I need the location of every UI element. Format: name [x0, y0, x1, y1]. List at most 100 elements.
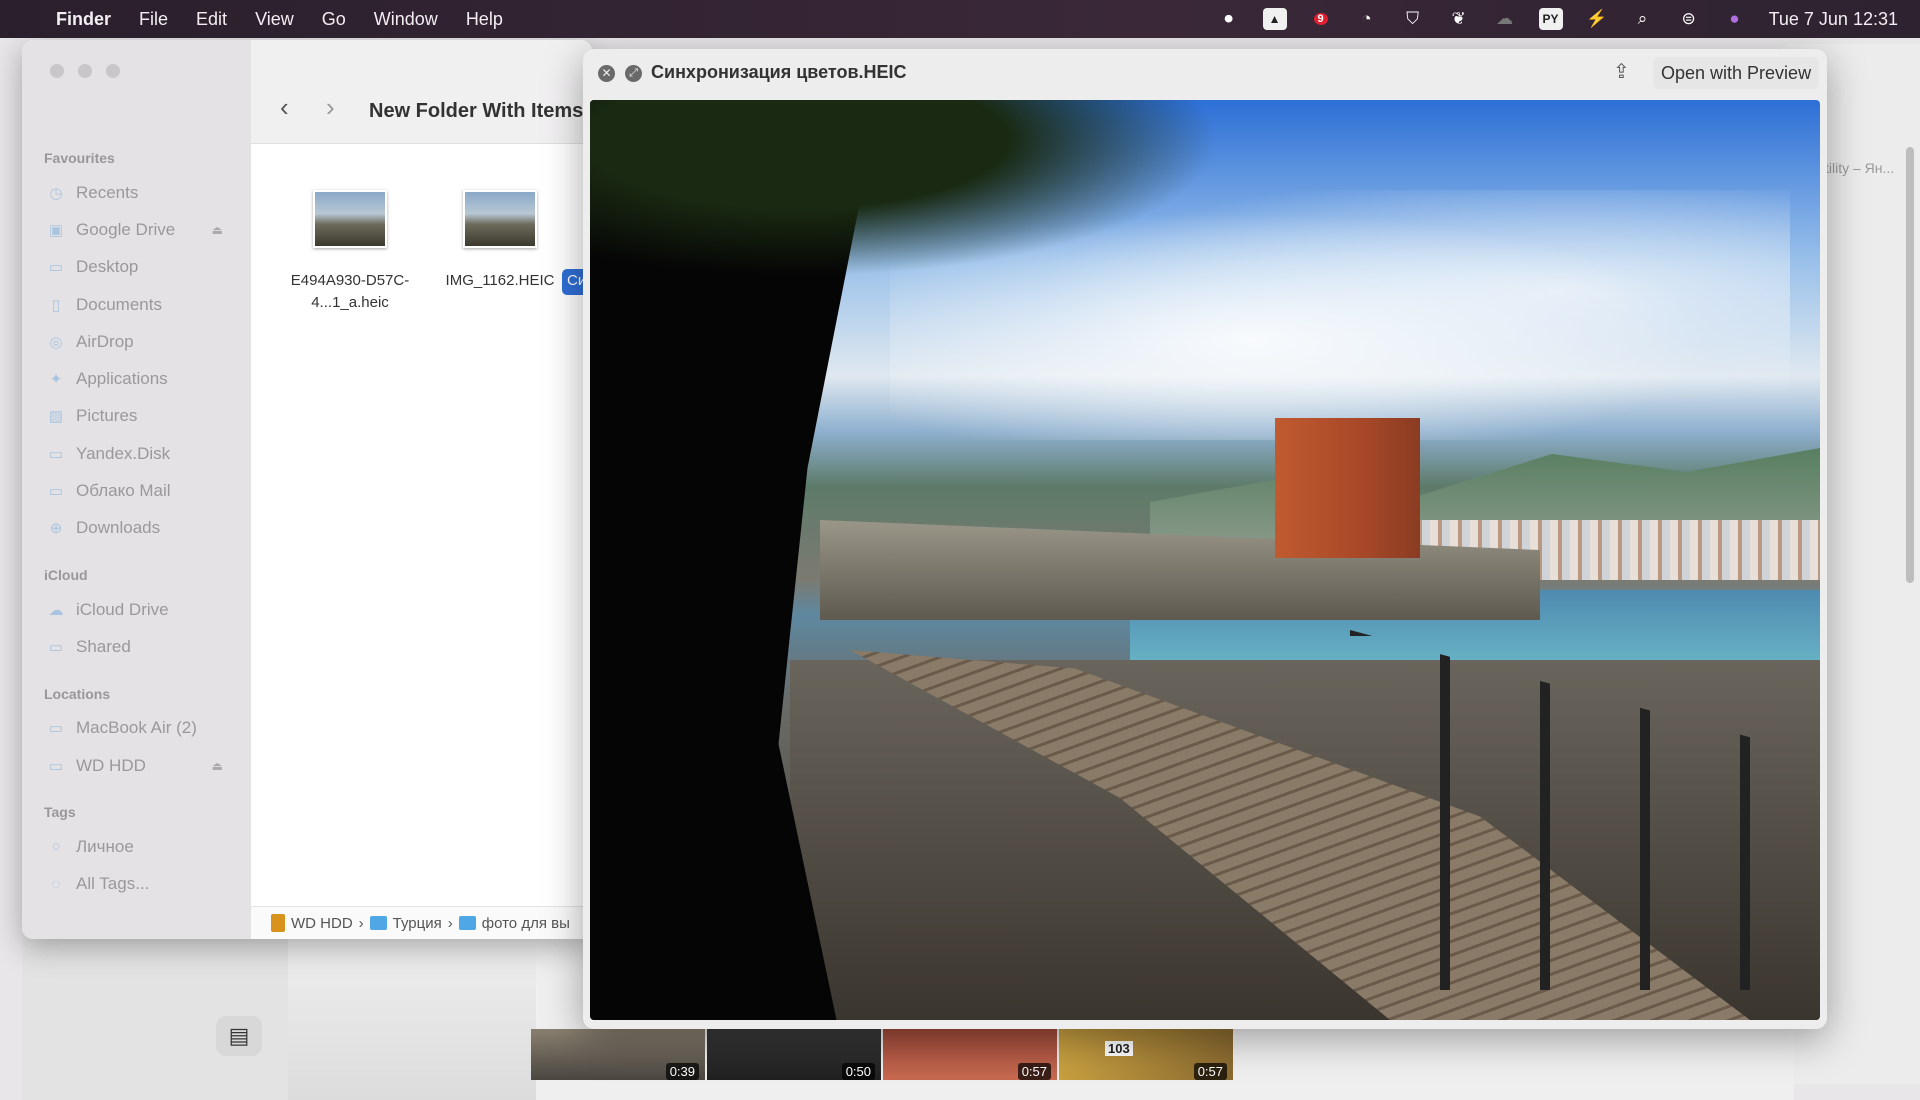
sidebar-item-label: Downloads [76, 518, 161, 538]
share-icon[interactable]: ⇪ [1613, 59, 1630, 84]
zoom-button[interactable] [106, 64, 120, 78]
cloud-icon[interactable]: ☁ [1493, 8, 1517, 30]
finder-window: Favourites ◷ Recents ▣ Google Drive ⏏ ▭ Desktop… [22, 40, 592, 939]
menu-go[interactable]: Go [322, 9, 346, 30]
sidebar-item-icon: ◷ [49, 184, 63, 202]
record-stop-icon[interactable]: ⏺ [1217, 8, 1241, 30]
folder-icon [369, 916, 387, 930]
sidebar-item-recents[interactable]: ◷ Recents [22, 174, 251, 211]
video-thumbnail[interactable]: 103 0:57 [1059, 1029, 1233, 1080]
control-center-icon[interactable]: ⊜ [1677, 8, 1701, 30]
fullscreen-icon[interactable]: ⤢ [625, 65, 642, 82]
sidebar-section-header: Favourites [44, 150, 115, 166]
video-thumbnail[interactable]: 0:39 [531, 1029, 705, 1080]
menu-view[interactable]: View [255, 9, 294, 30]
path-item[interactable]: фото для вы [482, 915, 570, 932]
sidebar-item-icon: ⊕ [49, 520, 63, 538]
sidebar-item-личное[interactable]: ○ Личное [22, 828, 251, 865]
sidebar-item-documents[interactable]: ▯ Documents [22, 286, 251, 323]
sidebar-item-macbook-air-2-[interactable]: ▭ MacBook Air (2) [22, 710, 251, 747]
video-thumbnail[interactable]: 0:57 [883, 1029, 1057, 1080]
eject-icon[interactable]: ⏏ [212, 223, 223, 237]
eject-icon[interactable]: ⏏ [212, 759, 223, 773]
menu-file[interactable]: File [139, 9, 168, 30]
punto-switcher-icon[interactable]: PY [1538, 8, 1563, 30]
sidebar-item-icloud-drive[interactable]: ☁ iCloud Drive [22, 591, 251, 628]
sidebar-item-icon: ▭ [48, 638, 64, 656]
badge-count: 9 [1313, 13, 1328, 25]
photo-red-tower [1275, 418, 1420, 558]
sidebar-item-label: Recents [76, 182, 139, 202]
sidebar-item-google-drive[interactable]: ▣ Google Drive ⏏ [22, 211, 251, 248]
file-thumbnail [313, 190, 387, 248]
sidebar-item-icon: ◎ [49, 333, 63, 351]
sidebar-item-label: Google Drive [76, 219, 176, 239]
path-item[interactable]: Турция [393, 915, 442, 932]
sidebar-item-icon: ◌ [51, 875, 61, 893]
file-thumbnail [463, 190, 537, 248]
finder-toolbar [251, 40, 592, 144]
minimize-button[interactable] [78, 64, 92, 78]
sidebar-item-airdrop[interactable]: ◎ AirDrop [22, 323, 251, 360]
thumbnail-number: 103 [1105, 1041, 1133, 1056]
menu-help[interactable]: Help [466, 9, 503, 30]
siri-icon[interactable]: ● [1723, 8, 1747, 30]
background-window-title: tility – Ян... [1825, 160, 1895, 176]
sidebar-section-header: Tags [44, 804, 76, 821]
timer-icon[interactable]: ◔ [1355, 8, 1379, 30]
sidebar-item-icon: ○ [51, 838, 61, 856]
quick-look-title: Синхронизация цветов.HEIC [651, 62, 907, 82]
sidebar-item-yandex-disk[interactable]: ▭ Yandex.Disk [22, 435, 251, 472]
window-title: New Folder With Items [369, 100, 584, 122]
shield-icon[interactable]: ⛉ [1401, 8, 1425, 30]
video-thumbnail[interactable]: 0:50 [707, 1029, 881, 1080]
sidebar-item-pictures[interactable]: ▨ Pictures [22, 398, 251, 435]
sidebar-toggle-icon[interactable]: ▤ [216, 1016, 262, 1056]
close-icon[interactable]: ✕ [598, 65, 615, 82]
battery-charging-icon[interactable]: ⚡ [1585, 8, 1609, 30]
back-button[interactable]: ‹ [280, 92, 289, 123]
window-controls [50, 64, 120, 78]
sidebar-item-icon: ▣ [48, 221, 64, 239]
sidebar-item-wd-hdd[interactable]: ▭ WD HDD ⏏ [22, 747, 251, 784]
video-duration: 0:39 [665, 1063, 699, 1080]
sidebar-item-icon: ▭ [48, 757, 64, 775]
video-duration: 0:57 [1017, 1063, 1051, 1080]
sidebar-item-all-tags-[interactable]: ◌ All Tags... [22, 865, 251, 902]
sidebar-section-header: iCloud [44, 566, 88, 583]
sidebar-item-label: AirDrop [76, 331, 134, 351]
path-bar: WD HDD › Турция › фото для вы [251, 906, 592, 939]
sidebar-item-облако-mail[interactable]: ▭ Облако Mail [22, 472, 251, 509]
video-duration: 0:57 [1193, 1063, 1227, 1080]
sidebar-item-label: Облако Mail [76, 481, 171, 501]
feather-icon[interactable]: ❦ [1447, 8, 1471, 30]
sidebar-item-applications[interactable]: ✦ Applications [22, 360, 251, 397]
clock[interactable]: Tue 7 Jun 12:31 [1769, 9, 1898, 30]
path-item[interactable]: WD HDD [291, 915, 353, 932]
sidebar-item-shared[interactable]: ▭ Shared [22, 628, 251, 665]
sidebar-item-downloads[interactable]: ⊕ Downloads [22, 510, 251, 547]
file-item[interactable]: E494A930-D57C-4...1_a.heic [275, 190, 425, 314]
sidebar-item-label: WD HDD [76, 755, 146, 775]
sidebar-item-desktop[interactable]: ▭ Desktop [22, 249, 251, 286]
chevron-right-icon: › [358, 914, 364, 932]
drive-app-icon[interactable]: ▲ [1262, 8, 1287, 30]
spotlight-search-icon[interactable]: ⌕ [1631, 8, 1655, 30]
forward-button[interactable]: › [326, 92, 335, 123]
menu-bar: Finder File Edit View Go Window Help ⏺ ▲… [0, 0, 1920, 38]
folder-icon [458, 916, 476, 930]
open-with-preview-button[interactable]: Open with Preview [1653, 57, 1820, 89]
sidebar-item-label: Личное [76, 836, 134, 856]
file-name: IMG_1162.HEIC [445, 272, 555, 289]
close-button[interactable] [50, 64, 64, 78]
scrollbar[interactable] [1906, 147, 1914, 583]
sidebar-item-icon: ▭ [48, 720, 64, 738]
notification-badge-icon[interactable]: 9 [1309, 8, 1333, 30]
sidebar-item-label: Documents [76, 294, 162, 314]
menu-app-finder[interactable]: Finder [56, 9, 111, 30]
finder-sidebar: Favourites ◷ Recents ▣ Google Drive ⏏ ▭ Desktop… [22, 40, 251, 939]
menu-edit[interactable]: Edit [196, 9, 227, 30]
sidebar-section-header: Locations [44, 685, 111, 702]
file-item[interactable]: IMG_1162.HEIC [425, 190, 575, 292]
menu-window[interactable]: Window [374, 9, 438, 30]
